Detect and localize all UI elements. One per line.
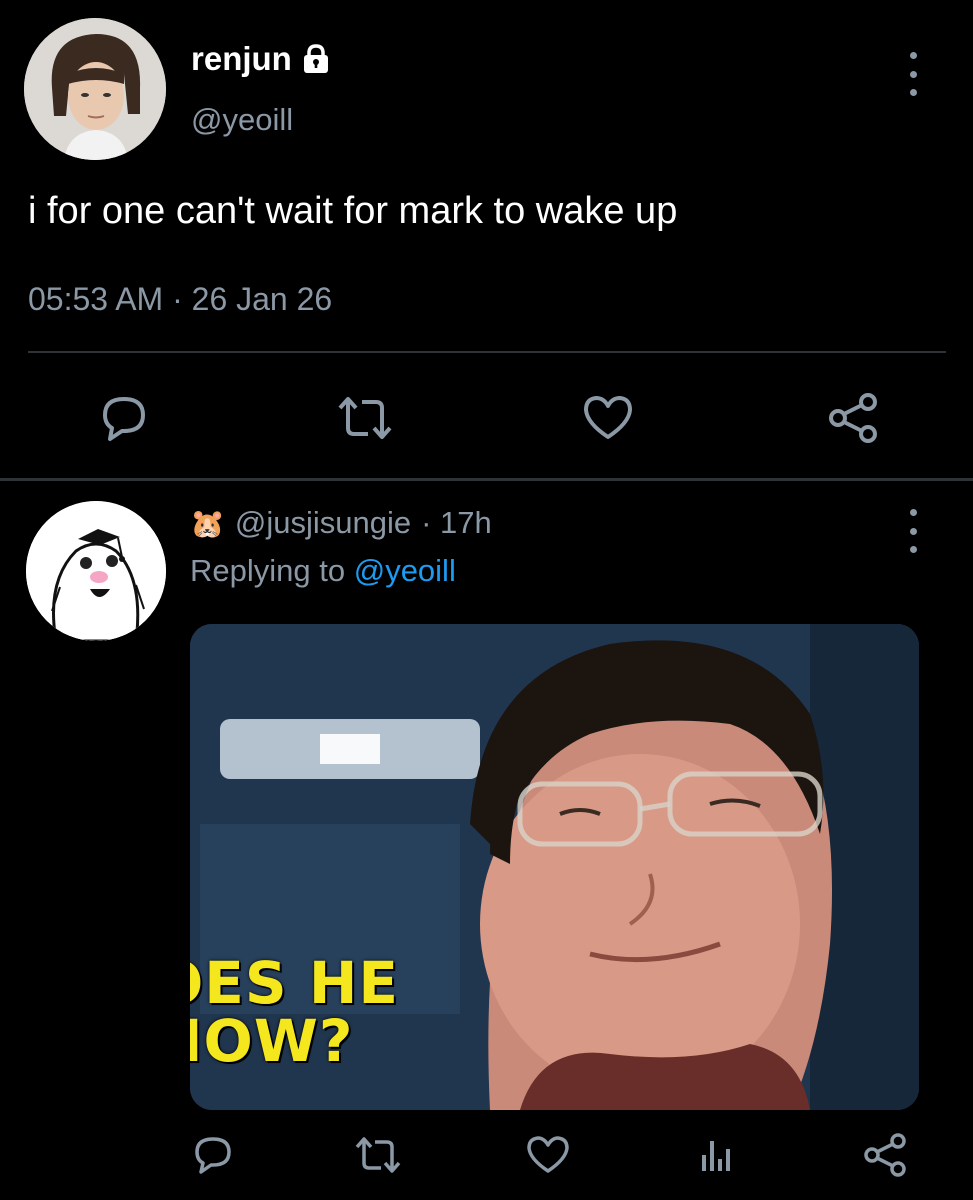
- reply-button[interactable]: [96, 392, 152, 444]
- retweet-icon: [355, 1137, 401, 1173]
- avatar-photo: [24, 18, 166, 160]
- like-icon: [584, 396, 632, 439]
- reply-handle[interactable]: @jusjisungie: [235, 505, 411, 541]
- more-icon[interactable]: [903, 52, 923, 96]
- tweet-text: i for one can't wait for mark to wake up: [28, 190, 678, 232]
- like-button[interactable]: [580, 392, 636, 444]
- retweet-button[interactable]: [352, 1135, 404, 1175]
- share-button[interactable]: [862, 1131, 908, 1179]
- share-icon: [829, 393, 877, 443]
- replying-to-label: Replying to: [190, 553, 346, 588]
- analytics-button[interactable]: [696, 1135, 736, 1175]
- main-tweet: renjun @yeoill i for one can't wait for …: [0, 0, 973, 478]
- avatar[interactable]: [24, 18, 166, 160]
- reply-header: 🐹 @jusjisungie · 17h: [190, 505, 492, 541]
- reply-icon: [103, 397, 145, 441]
- analytics-icon: [702, 1141, 730, 1171]
- hamster-emoji-icon: 🐹: [190, 507, 225, 539]
- media-caption-line2: NOW?: [190, 1007, 354, 1075]
- tweet-timestamp: 05:53 AM · 26 Jan 26: [28, 281, 333, 317]
- share-icon: [864, 1133, 906, 1177]
- retweet-button[interactable]: [334, 394, 396, 442]
- like-button[interactable]: [524, 1133, 572, 1177]
- divider: [28, 351, 946, 353]
- media-caption-line1: OES HE: [190, 949, 400, 1017]
- replying-to-handle[interactable]: @yeoill: [354, 553, 456, 588]
- avatar-illustration: [26, 501, 166, 641]
- lock-icon: [303, 44, 328, 73]
- reply-tweet: 🐹 @jusjisungie · 17h Replying to @yeoill: [0, 481, 973, 1200]
- media-caption: OES HE NOW?: [190, 954, 399, 1070]
- display-name-text: renjun: [191, 40, 292, 77]
- media-image[interactable]: OES HE NOW?: [190, 624, 919, 1110]
- more-icon[interactable]: [903, 509, 923, 553]
- share-button[interactable]: [826, 390, 880, 446]
- handle[interactable]: @yeoill: [191, 102, 293, 138]
- replying-to: Replying to @yeoill: [190, 553, 456, 589]
- avatar[interactable]: [26, 501, 166, 641]
- reply-icon: [195, 1137, 231, 1174]
- reply-age: · 17h: [421, 505, 492, 540]
- like-icon: [527, 1136, 569, 1173]
- display-name[interactable]: renjun: [191, 40, 332, 78]
- reply-button[interactable]: [190, 1133, 236, 1177]
- retweet-icon: [338, 397, 392, 439]
